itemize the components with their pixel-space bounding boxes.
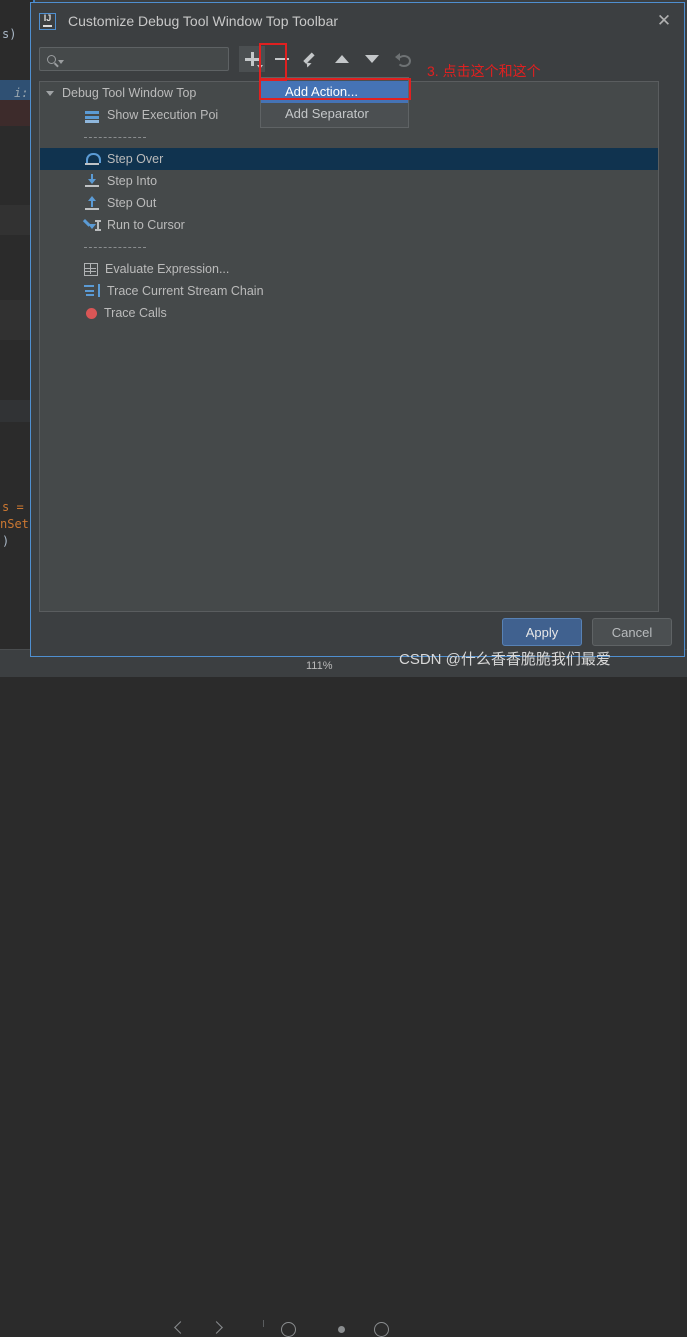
remove-button[interactable] xyxy=(269,46,295,72)
list-item-label: Step Over xyxy=(107,152,163,166)
dialog-title: Customize Debug Tool Window Top Toolbar xyxy=(68,13,338,29)
list-item[interactable]: Step Into xyxy=(40,170,658,192)
menu-item-add-separator[interactable]: Add Separator xyxy=(261,103,408,125)
dialog-titlebar: Customize Debug Tool Window Top Toolbar … xyxy=(31,3,684,39)
triangle-up-icon xyxy=(335,55,349,63)
dialog-button-bar: Apply Cancel xyxy=(502,618,672,646)
cancel-button[interactable]: Cancel xyxy=(592,618,672,646)
evaluate-expression-icon xyxy=(84,263,98,276)
trace-stream-chain-icon xyxy=(84,283,100,299)
list-item-label: Step Out xyxy=(107,196,156,210)
edit-button[interactable] xyxy=(299,46,325,72)
code-fragment: ) xyxy=(2,534,9,548)
code-band-4 xyxy=(0,400,34,422)
apply-button[interactable]: Apply xyxy=(502,618,582,646)
status-bar-divider xyxy=(263,1320,264,1327)
toolbar-items-list[interactable]: Debug Tool Window Top Show Execution Poi… xyxy=(39,81,659,612)
list-item[interactable]: Trace Current Stream Chain xyxy=(40,280,658,302)
code-band-2 xyxy=(0,205,34,235)
pencil-icon xyxy=(304,51,320,67)
list-item-separator[interactable] xyxy=(40,126,658,148)
run-to-cursor-icon xyxy=(84,217,100,233)
plus-icon xyxy=(245,52,259,66)
add-button[interactable] xyxy=(239,46,265,72)
show-execution-point-icon xyxy=(84,107,100,123)
nav-forward-icon[interactable] xyxy=(210,1321,223,1334)
red-annotation-text: 3. 点击这个和这个 xyxy=(427,61,541,81)
zoom-level-indicator: 111% xyxy=(306,660,333,672)
list-item-label: Trace Calls xyxy=(104,306,167,320)
minus-icon xyxy=(275,58,289,61)
list-item-label: Evaluate Expression... xyxy=(105,262,229,276)
code-fragment: nSet xyxy=(0,517,29,531)
move-up-button[interactable] xyxy=(329,46,355,72)
search-input[interactable] xyxy=(64,48,228,70)
editor-code-strip: s) i: s = nSet ) xyxy=(0,0,34,650)
list-item-label: Show Execution Poi xyxy=(107,108,218,122)
list-item[interactable]: Run to Cursor xyxy=(40,214,658,236)
menu-item-add-action[interactable]: Add Action... xyxy=(261,81,408,103)
list-item-label: Trace Current Stream Chain xyxy=(107,284,264,298)
restore-button[interactable] xyxy=(389,46,415,72)
list-item-label: Run to Cursor xyxy=(107,218,185,232)
tree-root-label: Debug Tool Window Top xyxy=(62,86,196,100)
zoom-dot-icon xyxy=(338,1326,345,1333)
close-icon[interactable]: ✕ xyxy=(654,11,674,31)
step-over-icon xyxy=(84,151,100,167)
csdn-watermark: CSDN @什么香香脆脆我们最爱 xyxy=(399,648,611,669)
nav-back-icon[interactable] xyxy=(174,1321,187,1334)
step-out-icon xyxy=(84,195,100,211)
list-item[interactable]: Step Over xyxy=(40,148,658,170)
trace-calls-icon xyxy=(86,308,97,319)
separator-line xyxy=(84,247,146,248)
step-into-icon xyxy=(84,173,100,189)
chevron-down-icon[interactable] xyxy=(46,91,54,96)
code-error-band xyxy=(0,100,34,126)
list-item[interactable]: Evaluate Expression... xyxy=(40,258,658,280)
list-item[interactable]: Step Out xyxy=(40,192,658,214)
zoom-out-icon[interactable] xyxy=(281,1322,296,1337)
zoom-in-icon[interactable] xyxy=(374,1322,389,1337)
code-band-3 xyxy=(0,300,34,340)
customize-toolbar-dialog: Customize Debug Tool Window Top Toolbar … xyxy=(30,2,685,657)
triangle-down-icon xyxy=(365,55,379,63)
dialog-toolbar xyxy=(39,43,674,75)
search-box[interactable] xyxy=(39,47,229,71)
list-item[interactable]: Trace Calls xyxy=(40,302,658,324)
list-item-separator[interactable] xyxy=(40,236,658,258)
chevron-down-icon xyxy=(257,65,263,69)
separator-line xyxy=(84,137,146,138)
code-fragment: i: xyxy=(14,86,28,100)
search-icon xyxy=(47,55,56,64)
intellij-idea-icon xyxy=(39,13,56,30)
undo-arrow-icon xyxy=(395,52,409,66)
add-dropdown-menu[interactable]: Add Action... Add Separator xyxy=(260,77,409,128)
code-fragment: s = xyxy=(2,500,24,514)
code-band xyxy=(0,0,34,20)
move-down-button[interactable] xyxy=(359,46,385,72)
code-fragment: s) xyxy=(2,27,16,41)
list-item-label: Step Into xyxy=(107,174,157,188)
